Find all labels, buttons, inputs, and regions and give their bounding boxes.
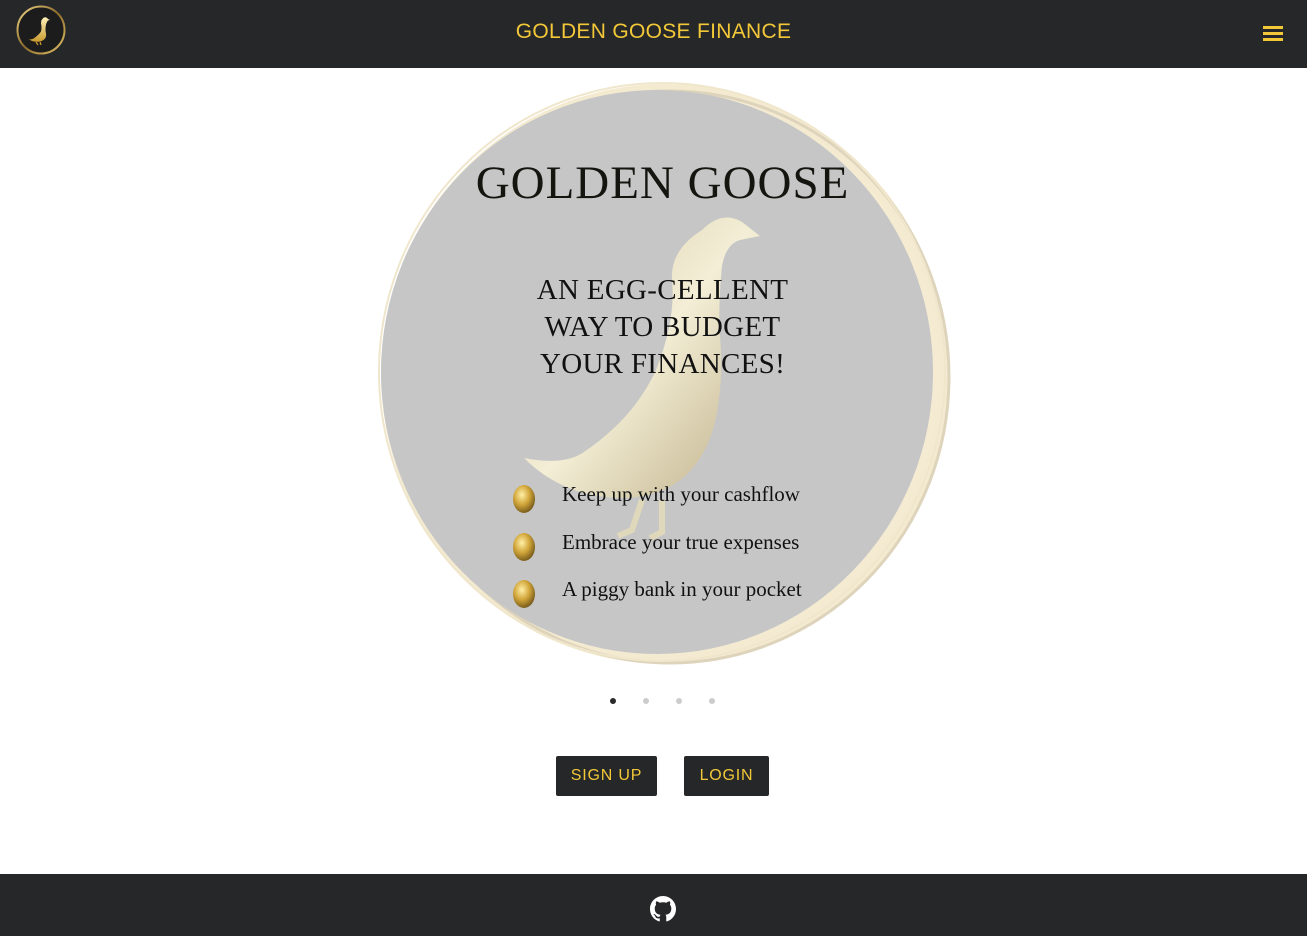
slide-tagline: AN EGG-CELLENT WAY TO BUDGET YOUR FINANC… (380, 272, 945, 383)
tagline-line: AN EGG-CELLENT (536, 274, 789, 306)
tagline-line: YOUR FINANCES! (539, 348, 786, 380)
carousel-dot-4[interactable] (706, 695, 718, 707)
feature-item: Keep up with your cashflow (510, 480, 850, 520)
feature-text: Keep up with your cashflow (562, 482, 800, 506)
carousel-indicators (607, 695, 727, 707)
carousel-slide: GOLDEN GOOSE AN EGG-CELLENT WAY TO BUDGE… (352, 80, 957, 670)
golden-egg-icon (513, 580, 535, 608)
login-button[interactable]: LOGIN (684, 756, 769, 796)
carousel-dot-1[interactable] (607, 695, 619, 707)
app-title: GOLDEN GOOSE FINANCE (515, 20, 792, 43)
top-navbar: GOLDEN GOOSE FINANCE (0, 0, 1307, 68)
golden-egg-icon (513, 485, 535, 513)
carousel-dot-2[interactable] (640, 695, 652, 707)
feature-text: Embrace your true expenses (562, 530, 800, 554)
slide-heading: GOLDEN GOOSE (475, 157, 850, 209)
feature-item: Embrace your true expenses (510, 528, 850, 568)
golden-egg-icon (513, 533, 535, 561)
feature-item: A piggy bank in your pocket (510, 575, 850, 615)
tagline-line: WAY TO BUDGET (544, 311, 781, 343)
footer (0, 874, 1307, 936)
carousel-dot-3[interactable] (673, 695, 685, 707)
hamburger-menu-icon[interactable] (1260, 22, 1286, 44)
github-icon[interactable] (650, 896, 676, 922)
signup-button[interactable]: SIGN UP (556, 756, 657, 796)
feature-text: A piggy bank in your pocket (562, 577, 802, 601)
